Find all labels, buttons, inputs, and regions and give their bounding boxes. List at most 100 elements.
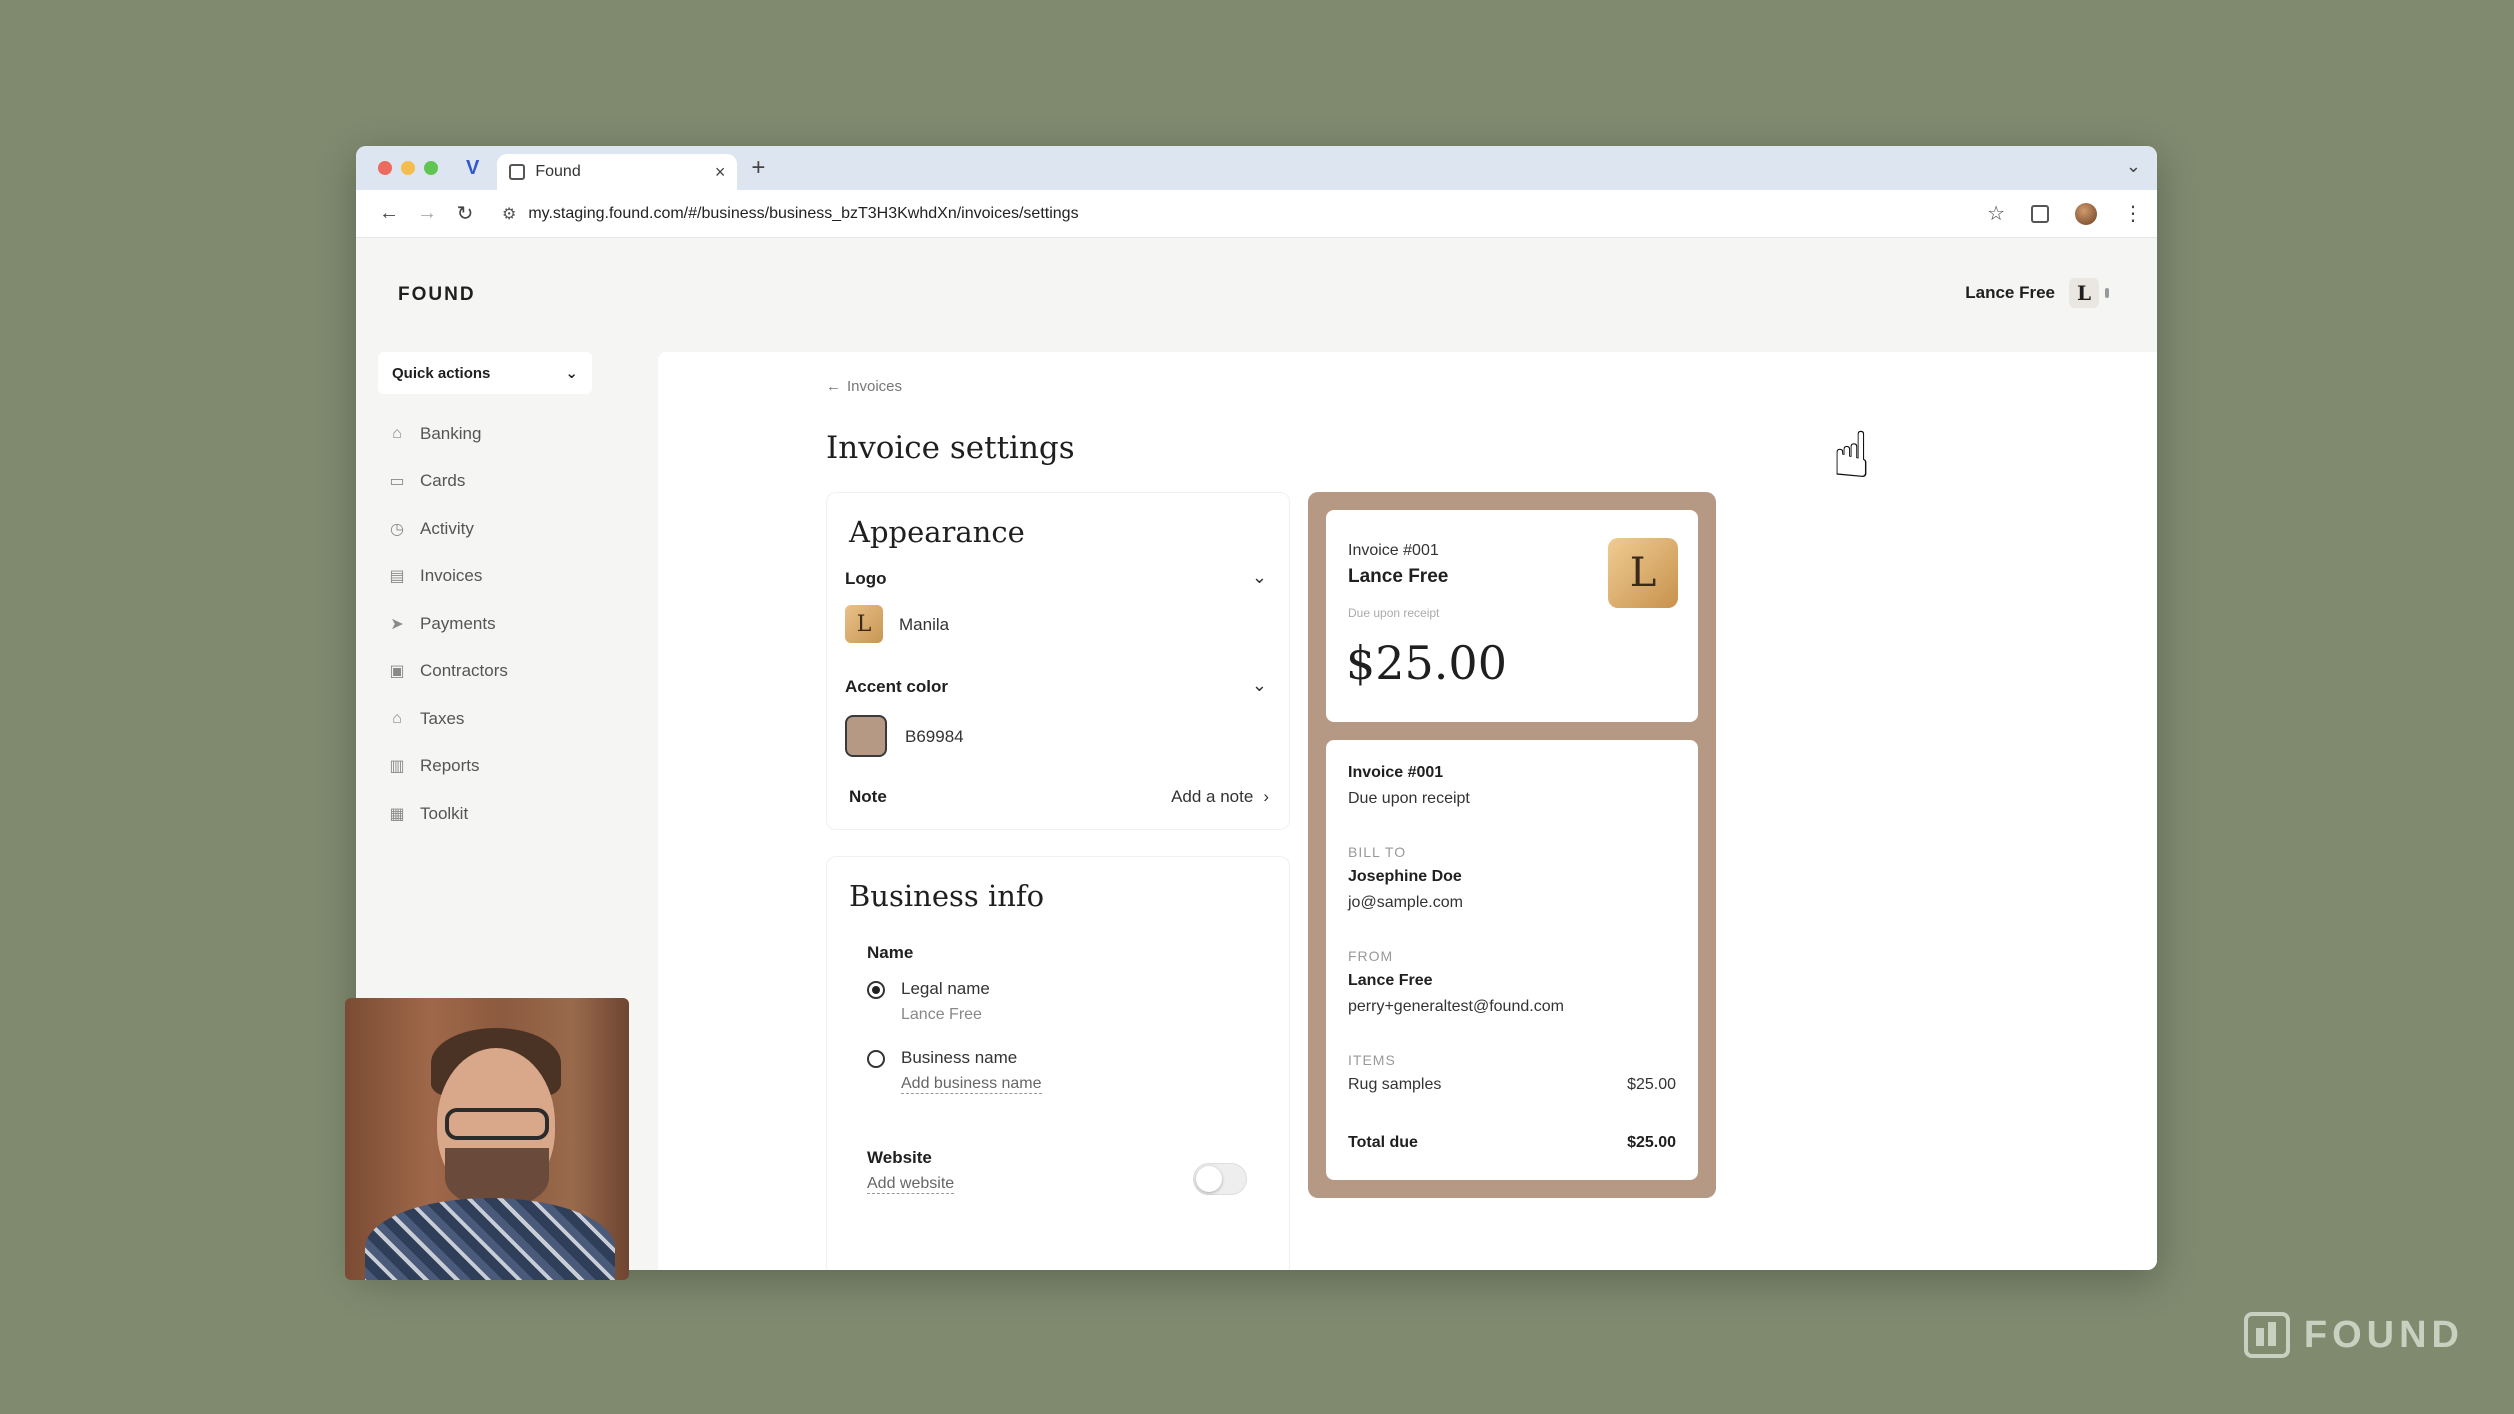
sidebar-item-cards[interactable]: ▭ Cards bbox=[388, 458, 508, 506]
brand-logo[interactable]: FOUND bbox=[398, 284, 476, 306]
presenter-glasses bbox=[445, 1108, 549, 1140]
browser-tab[interactable]: Found × bbox=[497, 154, 738, 190]
logo-label: Logo bbox=[845, 569, 887, 588]
invoice-number: Invoice #001 bbox=[1348, 542, 1439, 559]
legal-name-label: Legal name bbox=[901, 979, 990, 998]
invoice-detail-card: Invoice #001 Due upon receipt BILL TO Jo… bbox=[1326, 740, 1698, 1180]
sidebar-item-label: Reports bbox=[420, 756, 480, 776]
legal-name-value: Lance Free bbox=[901, 1006, 982, 1023]
total-due-value: $25.00 bbox=[1627, 1134, 1676, 1151]
sidebar-item-invoices[interactable]: ▤ Invoices bbox=[388, 553, 508, 601]
card-icon: ▭ bbox=[389, 473, 405, 491]
sidebar-item-label: Banking bbox=[420, 423, 482, 443]
add-website-link[interactable]: Add website bbox=[867, 1175, 955, 1194]
contractors-icon: ▣ bbox=[389, 663, 405, 681]
close-window-button[interactable] bbox=[378, 161, 392, 175]
close-tab-icon[interactable]: × bbox=[715, 162, 726, 183]
accent-color-value: B69984 bbox=[905, 727, 964, 746]
url-field[interactable]: ⚙ my.staging.found.com/#/business/busine… bbox=[492, 197, 2015, 231]
sidebar-item-contractors[interactable]: ▣ Contractors bbox=[388, 648, 508, 696]
site-settings-icon[interactable]: ⚙ bbox=[502, 204, 516, 224]
business-info-card: Business info Name Legal name Lance Free… bbox=[826, 856, 1290, 1270]
sidebar-item-label: Contractors bbox=[420, 661, 508, 681]
tab-bar: V Found × + ⌄ bbox=[356, 146, 2157, 190]
user-avatar: L bbox=[2069, 278, 2099, 308]
user-name: Lance Free bbox=[1965, 283, 2055, 302]
quick-actions-dropdown[interactable]: Quick actions ⌄ bbox=[378, 352, 592, 394]
appearance-card: Appearance Logo ⌄ L Manila Accent color … bbox=[826, 492, 1290, 830]
tab-search-icon[interactable]: ⌄ bbox=[2126, 156, 2141, 177]
item-name: Rug samples bbox=[1348, 1076, 1442, 1093]
website-label: Website bbox=[867, 1148, 932, 1167]
invoice-icon: ▤ bbox=[389, 568, 405, 586]
url-text[interactable]: my.staging.found.com/#/business/business… bbox=[528, 205, 1975, 223]
clock-icon: ◷ bbox=[390, 520, 404, 538]
name-label: Name bbox=[867, 943, 914, 962]
website-toggle[interactable] bbox=[1193, 1163, 1247, 1195]
business-name-radio[interactable] bbox=[867, 1050, 885, 1068]
sidebar-item-banking[interactable]: ⌂ Banking bbox=[388, 410, 508, 458]
invoice-detail-due: Due upon receipt bbox=[1348, 790, 1470, 807]
add-note-link[interactable]: Add a note › bbox=[1171, 787, 1269, 807]
tab-title: Found bbox=[535, 163, 581, 180]
from-email: perry+generaltest@found.com bbox=[1348, 998, 1564, 1015]
sidebar-item-toolkit[interactable]: ▦ Toolkit bbox=[388, 790, 508, 838]
sidebar-item-label: Toolkit bbox=[420, 803, 469, 823]
profile-avatar[interactable] bbox=[2075, 202, 2097, 225]
logo-value: Manila bbox=[899, 615, 950, 634]
vimeo-extension-icon[interactable]: V bbox=[466, 157, 479, 180]
window-controls bbox=[378, 161, 438, 175]
browser-menu-icon[interactable]: ⋮ bbox=[2123, 201, 2143, 226]
accent-color-swatch[interactable] bbox=[845, 715, 887, 757]
extensions-icon[interactable] bbox=[2031, 204, 2049, 223]
chevron-right-icon: › bbox=[1263, 787, 1269, 806]
logo-chevron-down-icon[interactable]: ⌄ bbox=[1252, 567, 1267, 588]
minimize-window-button[interactable] bbox=[401, 161, 415, 175]
sidebar-item-activity[interactable]: ◷ Activity bbox=[388, 505, 508, 553]
sidebar-item-taxes[interactable]: ⌂ Taxes bbox=[388, 695, 508, 743]
sidebar-item-payments[interactable]: ➤ Payments bbox=[388, 600, 508, 648]
logo-thumbnail[interactable]: L bbox=[845, 605, 883, 643]
sidebar-item-label: Cards bbox=[420, 471, 466, 491]
bill-to-name: Josephine Doe bbox=[1348, 868, 1462, 885]
sidebar-item-label: Activity bbox=[420, 518, 474, 538]
new-tab-button[interactable]: + bbox=[751, 154, 765, 182]
maximize-window-button[interactable] bbox=[424, 161, 438, 175]
main-content: ← Invoices Invoice settings Appearance L… bbox=[658, 352, 2157, 1270]
items-caption: ITEMS bbox=[1348, 1052, 1396, 1068]
accent-color-label: Accent color bbox=[845, 677, 948, 696]
hand-cursor-icon: ☝ bbox=[1832, 419, 1871, 491]
add-note-label: Add a note bbox=[1171, 787, 1254, 806]
menu-handle-icon bbox=[2105, 288, 2109, 298]
sidebar-item-label: Payments bbox=[420, 613, 496, 633]
back-arrow-icon[interactable]: ← bbox=[370, 202, 408, 225]
accent-chevron-down-icon[interactable]: ⌄ bbox=[1252, 675, 1267, 696]
invoice-logo: L bbox=[1608, 538, 1678, 608]
sidebar-item-reports[interactable]: ▥ Reports bbox=[388, 743, 508, 791]
total-due-label: Total due bbox=[1348, 1134, 1418, 1151]
invoice-summary-card: Invoice #001 Lance Free Due upon receipt… bbox=[1326, 510, 1698, 722]
bookmark-star-icon[interactable]: ☆ bbox=[1987, 201, 2005, 226]
legal-name-radio[interactable] bbox=[867, 981, 885, 999]
sidebar-item-label: Invoices bbox=[420, 566, 483, 586]
item-price: $25.00 bbox=[1627, 1076, 1676, 1093]
user-menu[interactable]: Lance Free L bbox=[1965, 278, 2109, 308]
found-watermark: FOUND bbox=[2243, 1312, 2464, 1358]
found-logo-icon bbox=[2243, 1312, 2290, 1358]
back-to-invoices-link[interactable]: ← Invoices bbox=[826, 378, 902, 395]
bill-to-caption: BILL TO bbox=[1348, 844, 1407, 860]
reload-icon[interactable]: ↻ bbox=[446, 201, 484, 226]
back-arrow-icon: ← bbox=[826, 378, 841, 395]
taxes-icon: ⌂ bbox=[392, 709, 402, 727]
webcam-overlay bbox=[345, 998, 629, 1280]
page-title: Invoice settings bbox=[826, 430, 1075, 466]
forward-arrow-icon[interactable]: → bbox=[408, 202, 446, 225]
quick-actions-label: Quick actions bbox=[392, 364, 491, 382]
business-info-title: Business info bbox=[849, 879, 1045, 913]
back-label: Invoices bbox=[847, 378, 903, 395]
bank-icon: ⌂ bbox=[392, 424, 402, 442]
presenter-shirt bbox=[365, 1198, 615, 1280]
invoice-detail-number: Invoice #001 bbox=[1348, 764, 1444, 781]
send-icon: ➤ bbox=[390, 615, 404, 633]
add-business-name-link[interactable]: Add business name bbox=[901, 1075, 1042, 1094]
